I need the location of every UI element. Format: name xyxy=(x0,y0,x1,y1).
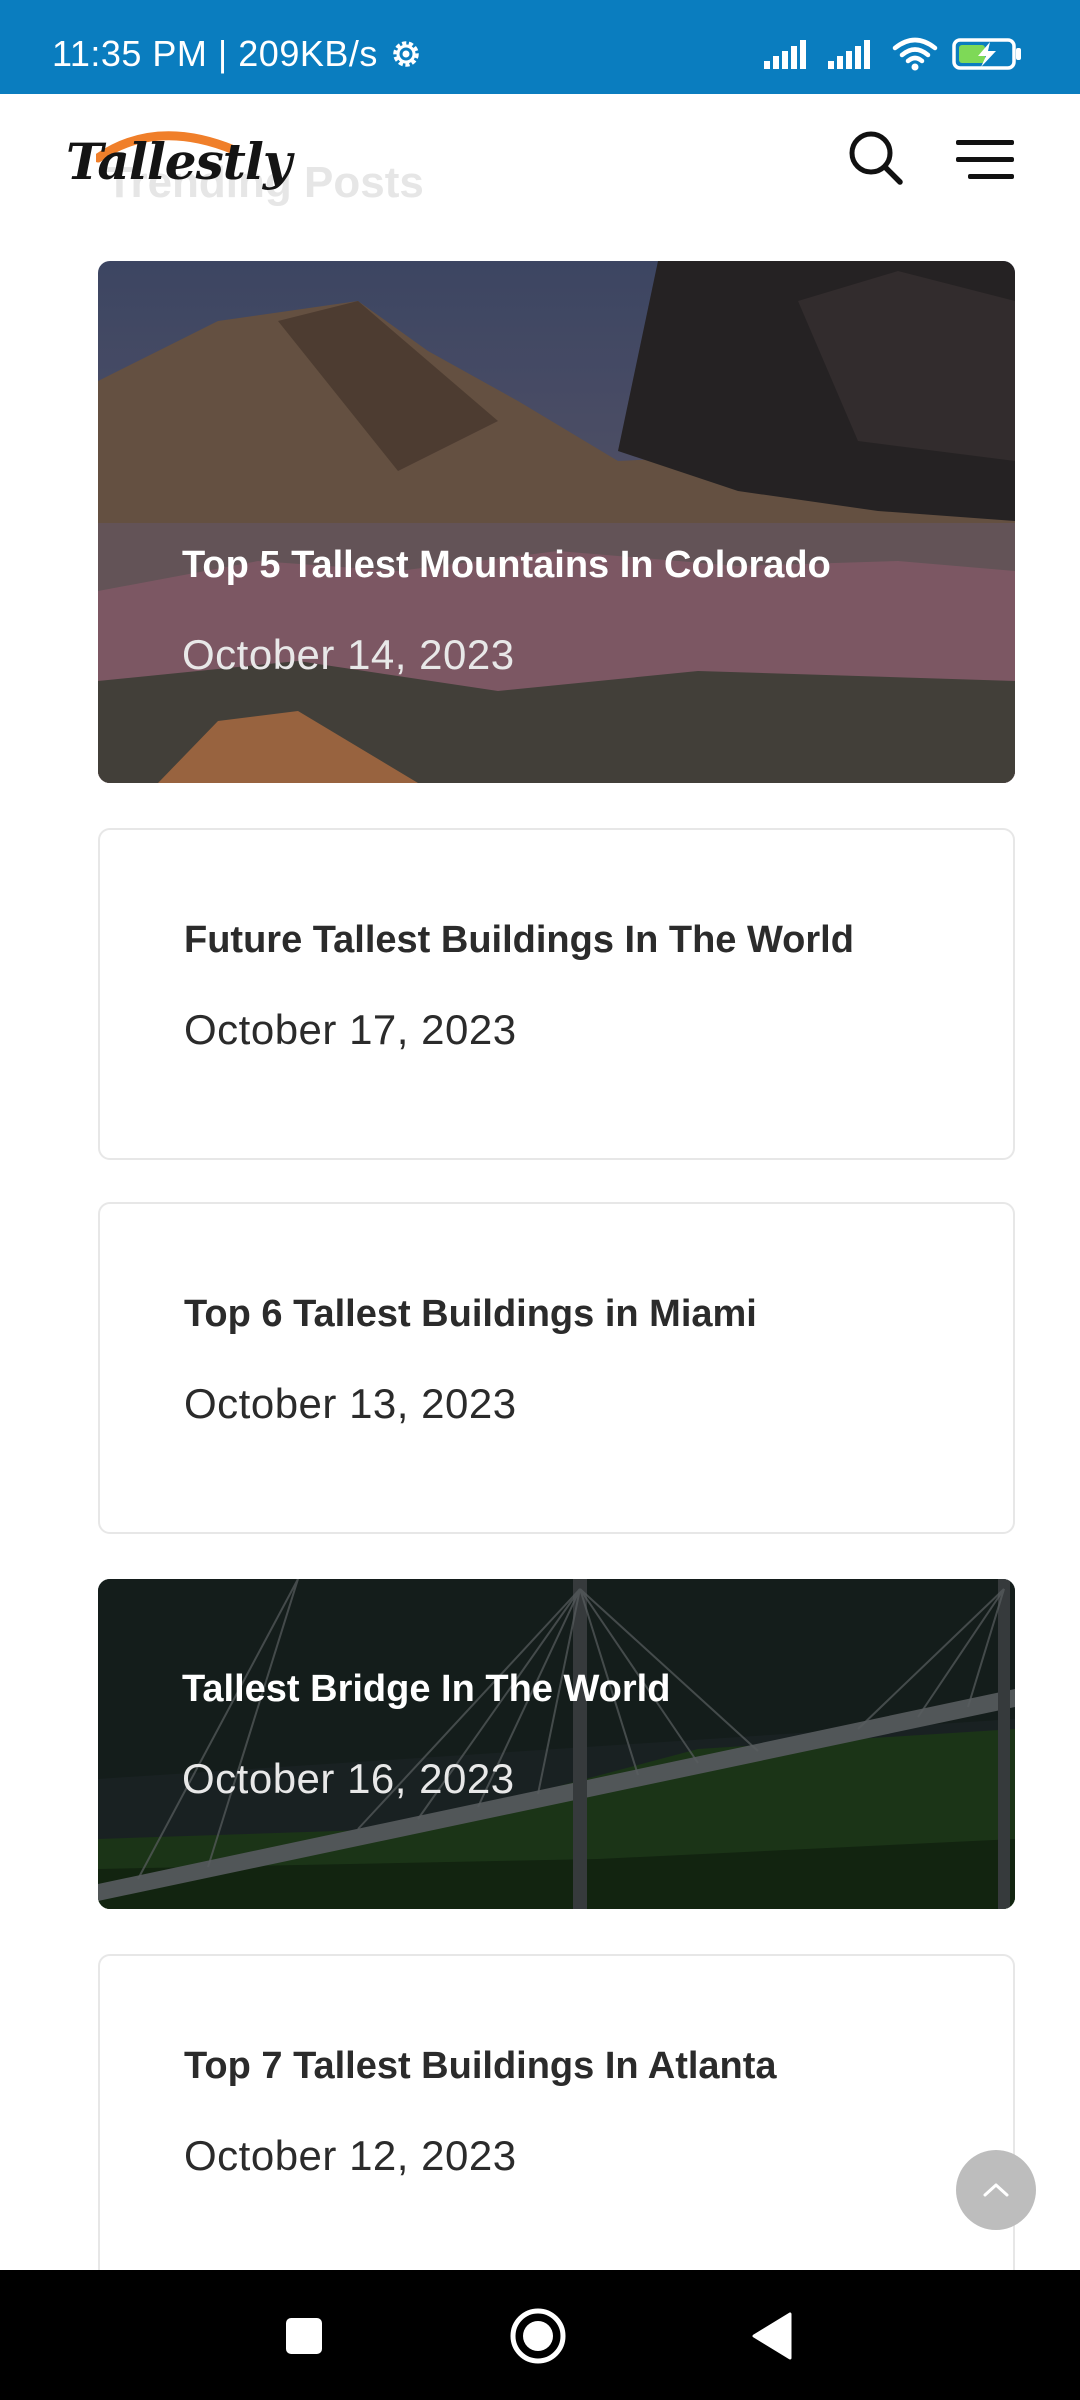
system-nav-bar xyxy=(0,2270,1080,2400)
scroll-to-top-button[interactable] xyxy=(956,2150,1036,2230)
post-title[interactable]: Top 6 Tallest Buildings in Miami xyxy=(184,1290,757,1338)
signal-icon xyxy=(764,39,814,69)
status-time-speed: 11:35 PM | 209KB/s xyxy=(52,33,378,74)
back-triangle-icon[interactable] xyxy=(744,2306,804,2366)
status-bar: 11:35 PM | 209KB/s xyxy=(0,0,1080,94)
post-card[interactable]: Top 6 Tallest Buildings in Miami October… xyxy=(98,1202,1015,1534)
search-icon[interactable] xyxy=(846,128,906,188)
chevron-up-icon xyxy=(983,2183,1009,2197)
status-icons xyxy=(764,34,1024,74)
post-card[interactable]: Top 5 Tallest Mountains In Colorado Octo… xyxy=(98,261,1015,783)
logo-text: Tallestly xyxy=(66,132,292,191)
settings-gear-icon xyxy=(388,36,424,72)
post-card[interactable]: Tallest Bridge In The World October 16, … xyxy=(98,1579,1015,1909)
post-title[interactable]: Future Tallest Buildings In The World xyxy=(184,916,854,964)
recents-square-icon[interactable] xyxy=(274,2306,334,2366)
post-title[interactable]: Top 7 Tallest Buildings In Atlanta xyxy=(184,2042,777,2090)
post-card[interactable]: Future Tallest Buildings In The World Oc… xyxy=(98,828,1015,1160)
post-card[interactable]: Top 7 Tallest Buildings In Atlanta Octob… xyxy=(98,1954,1015,2314)
wifi-icon xyxy=(892,37,938,71)
signal-icon xyxy=(828,39,878,69)
post-date: October 17, 2023 xyxy=(184,1006,517,1053)
status-left: 11:35 PM | 209KB/s xyxy=(52,30,424,78)
post-date: October 13, 2023 xyxy=(184,1380,517,1427)
hamburger-menu-icon[interactable] xyxy=(954,136,1016,184)
post-card-image xyxy=(98,1579,1015,1909)
home-circle-icon[interactable] xyxy=(508,2306,568,2366)
post-date: October 16, 2023 xyxy=(182,1755,515,1802)
post-title[interactable]: Top 5 Tallest Mountains In Colorado xyxy=(182,541,831,589)
battery-charging-icon xyxy=(952,37,1024,71)
post-card-image xyxy=(98,261,1015,783)
post-date: October 14, 2023 xyxy=(182,631,515,678)
post-date: October 12, 2023 xyxy=(184,2132,517,2179)
post-title[interactable]: Tallest Bridge In The World xyxy=(182,1665,670,1713)
site-logo[interactable]: Tallestly xyxy=(66,124,292,204)
